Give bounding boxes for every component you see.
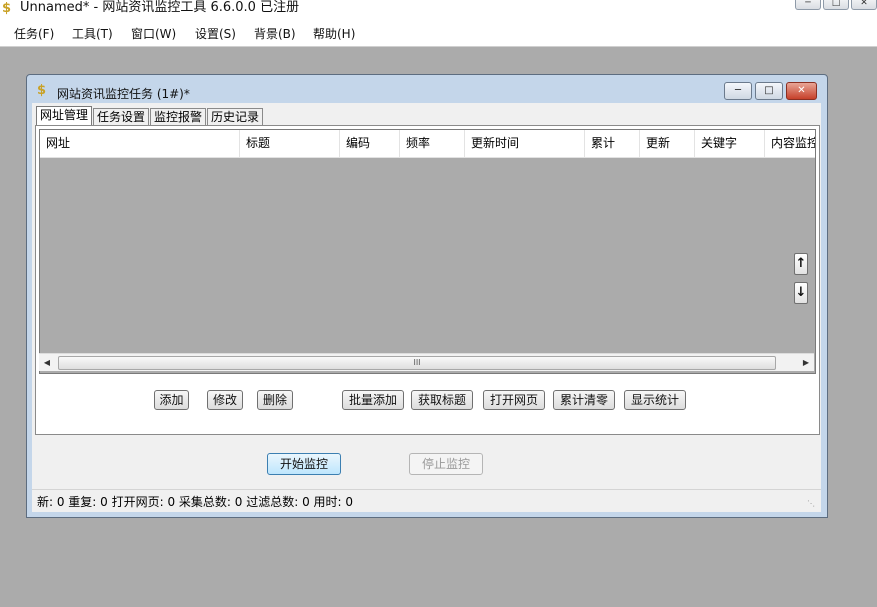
- resize-grip-icon[interactable]: ⋱: [807, 499, 817, 509]
- move-down-button[interactable]: ↓: [794, 282, 808, 304]
- menu-window[interactable]: 窗口(W): [131, 25, 176, 42]
- status-text: 新: 0 重复: 0 打开网页: 0 采集总数: 0 过滤总数: 0 用时: 0: [37, 495, 354, 509]
- restore-icon[interactable]: □: [755, 82, 783, 100]
- app-title: Unnamed* - 网站资讯监控工具 6.6.0.0 已注册: [20, 0, 300, 15]
- reset-total-button[interactable]: 累计清零: [553, 390, 615, 410]
- tab-history[interactable]: 历史记录: [207, 108, 264, 126]
- move-up-button[interactable]: ↑: [794, 253, 808, 275]
- status-bar: 新: 0 重复: 0 打开网页: 0 采集总数: 0 过滤总数: 0 用时: 0…: [32, 489, 821, 512]
- open-page-button[interactable]: 打开网页: [483, 390, 545, 410]
- window-controls: ─ □ ✕: [793, 0, 877, 11]
- scroll-thumb[interactable]: III: [58, 356, 776, 370]
- app-titlebar: $ Unnamed* - 网站资讯监控工具 6.6.0.0 已注册 ─ □ ✕: [0, 0, 877, 20]
- tab-task-settings[interactable]: 任务设置: [93, 108, 150, 126]
- scroll-left-icon[interactable]: ◀: [39, 354, 55, 371]
- column-keyword[interactable]: 关键字: [695, 130, 765, 157]
- start-monitor-button[interactable]: 开始监控: [267, 453, 341, 475]
- delete-button[interactable]: 删除: [257, 390, 293, 410]
- menu-help[interactable]: 帮助(H): [313, 25, 355, 42]
- edit-button[interactable]: 修改: [207, 390, 243, 410]
- tab-strip: 网址管理 任务设置 监控报警 历史记录: [36, 106, 264, 126]
- column-frequency[interactable]: 频率: [400, 130, 465, 157]
- menu-settings[interactable]: 设置(S): [195, 25, 236, 42]
- minimize-icon[interactable]: ─: [795, 0, 821, 10]
- column-title[interactable]: 标题: [240, 130, 340, 157]
- dollar-icon: $: [2, 1, 12, 16]
- tab-monitor-alarm[interactable]: 监控报警: [150, 108, 207, 126]
- add-button[interactable]: 添加: [154, 390, 189, 410]
- task-window-controls: ─ □ ✕: [721, 82, 817, 100]
- maximize-icon[interactable]: □: [823, 0, 849, 10]
- task-window-title: 网站资讯监控任务 (1#)*: [57, 87, 190, 101]
- stop-monitor-button[interactable]: 停止监控: [409, 453, 483, 475]
- menu-background[interactable]: 背景(B): [254, 25, 296, 42]
- column-total[interactable]: 累计: [585, 130, 640, 157]
- url-list-header: 网址 标题 编码 频率 更新时间 累计 更新 关键字 内容监控: [40, 130, 815, 158]
- task-window: $ 网站资讯监控任务 (1#)* ─ □ ✕ 网址管理 任务设置 监控报警 历史…: [26, 74, 828, 518]
- column-encoding[interactable]: 编码: [340, 130, 400, 157]
- fetch-title-button[interactable]: 获取标题: [411, 390, 473, 410]
- close-icon[interactable]: ✕: [786, 82, 817, 100]
- menu-bar: 任务(F) 工具(T) 窗口(W) 设置(S) 背景(B) 帮助(H): [0, 20, 877, 47]
- scroll-right-icon[interactable]: ▶: [798, 354, 814, 371]
- minimize-icon[interactable]: ─: [724, 82, 752, 100]
- tab-page-url-management: 网址 标题 编码 频率 更新时间 累计 更新 关键字 内容监控 ↑ ↓ ◀ II…: [35, 125, 820, 435]
- menu-tools[interactable]: 工具(T): [72, 25, 113, 42]
- show-stats-button[interactable]: 显示统计: [624, 390, 686, 410]
- task-window-client: 网址管理 任务设置 监控报警 历史记录 网址 标题 编码 频率 更新时间 累计 …: [32, 103, 821, 512]
- column-update-time[interactable]: 更新时间: [465, 130, 585, 157]
- close-icon[interactable]: ✕: [851, 0, 877, 10]
- tab-url-management[interactable]: 网址管理: [36, 106, 93, 126]
- dollar-icon: $: [37, 83, 47, 98]
- column-url[interactable]: 网址: [40, 130, 240, 157]
- horizontal-scrollbar[interactable]: ◀ III ▶: [39, 353, 814, 371]
- column-updates[interactable]: 更新: [640, 130, 695, 157]
- column-content-monitor[interactable]: 内容监控: [765, 130, 815, 157]
- batch-add-button[interactable]: 批量添加: [342, 390, 404, 410]
- menu-task[interactable]: 任务(F): [14, 25, 54, 42]
- url-list[interactable]: 网址 标题 编码 频率 更新时间 累计 更新 关键字 内容监控 ↑ ↓: [39, 129, 816, 374]
